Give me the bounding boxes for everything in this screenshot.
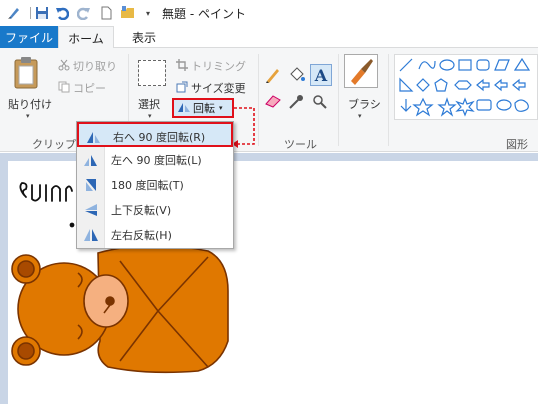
group-divider bbox=[388, 54, 389, 146]
fill-bucket-icon[interactable] bbox=[288, 66, 306, 87]
shapes-group-label: 図形 bbox=[506, 138, 528, 151]
paste-icon[interactable] bbox=[12, 56, 42, 92]
ribbon-tabs: ファイル ホーム 表示 bbox=[0, 26, 538, 49]
brush-dropdown-icon[interactable]: ▾ bbox=[358, 112, 362, 120]
save-icon[interactable] bbox=[34, 5, 50, 21]
copy-button[interactable]: コピー bbox=[58, 80, 106, 96]
crop-button[interactable]: トリミング bbox=[176, 58, 246, 74]
copy-icon bbox=[58, 81, 70, 96]
rotate-left-label: 左へ 90 度回転(L) bbox=[111, 154, 202, 167]
crop-icon bbox=[176, 58, 188, 74]
rotate-right-icon bbox=[85, 129, 101, 145]
rotate-right-label: 右へ 90 度回転(R) bbox=[113, 131, 206, 144]
rotate-180-label: 180 度回転(T) bbox=[111, 179, 184, 192]
annotation-arrow-icon bbox=[232, 107, 255, 148]
resize-button[interactable]: サイズ変更 bbox=[176, 80, 246, 96]
tab-home[interactable]: ホーム bbox=[58, 26, 114, 49]
eraser-icon[interactable] bbox=[264, 94, 282, 111]
paint-app-icon[interactable] bbox=[6, 5, 22, 21]
quick-access-dropdown-icon[interactable]: ▾ bbox=[140, 5, 156, 21]
flip-horizontal-item[interactable]: 左右反転(H) bbox=[77, 222, 233, 247]
rotate-180-icon bbox=[83, 177, 99, 193]
rotate-label: 回転 bbox=[193, 102, 215, 115]
paste-button[interactable]: 貼り付け bbox=[8, 96, 52, 112]
select-dropdown-icon[interactable]: ▾ bbox=[148, 112, 152, 120]
rotate-left-icon bbox=[83, 152, 99, 168]
new-file-icon[interactable] bbox=[98, 5, 114, 21]
flip-vertical-icon bbox=[83, 202, 99, 218]
cut-label: 切り取り bbox=[73, 60, 117, 73]
brush-button[interactable]: ブラシ bbox=[348, 96, 381, 112]
window-title: 無題 - ペイント bbox=[162, 7, 246, 21]
copy-label: コピー bbox=[73, 82, 106, 95]
open-folder-icon[interactable] bbox=[120, 5, 136, 21]
cut-button[interactable]: 切り取り bbox=[58, 58, 117, 74]
shapes-gallery[interactable] bbox=[394, 54, 538, 120]
rotate-button[interactable]: 回転 ▾ bbox=[172, 98, 234, 118]
resize-label: サイズ変更 bbox=[191, 82, 246, 95]
crop-label: トリミング bbox=[191, 60, 246, 73]
select-button[interactable]: 選択 bbox=[138, 96, 160, 112]
shapes-grid-icon bbox=[399, 57, 531, 117]
rotate-left-90-item[interactable]: 左へ 90 度回転(L) bbox=[77, 147, 233, 172]
flip-vertical-item[interactable]: 上下反転(V) bbox=[77, 197, 233, 222]
undo-icon[interactable] bbox=[54, 5, 70, 21]
brush-icon[interactable] bbox=[344, 54, 378, 88]
flip-horizontal-label: 左右反転(H) bbox=[111, 229, 172, 242]
color-picker-icon[interactable] bbox=[288, 94, 304, 113]
magnifier-icon[interactable] bbox=[312, 94, 328, 113]
pencil-icon[interactable] bbox=[264, 66, 282, 87]
select-rectangle-icon[interactable] bbox=[138, 60, 166, 86]
text-tool-icon[interactable]: A bbox=[310, 64, 332, 86]
resize-icon bbox=[176, 81, 188, 96]
group-divider bbox=[338, 54, 339, 146]
tools-group-label: ツール bbox=[284, 138, 317, 151]
flip-vertical-label: 上下反転(V) bbox=[111, 204, 172, 217]
tab-view[interactable]: 表示 bbox=[124, 26, 164, 48]
redo-icon[interactable] bbox=[76, 5, 92, 21]
paste-dropdown-icon[interactable]: ▾ bbox=[26, 112, 30, 120]
rotate-right-90-item[interactable]: 右へ 90 度回転(R) bbox=[77, 122, 233, 147]
rotate-dropdown-icon: ▾ bbox=[219, 104, 223, 112]
title-separator bbox=[30, 7, 31, 19]
tab-file[interactable]: ファイル bbox=[0, 26, 58, 48]
rotate-icon bbox=[177, 101, 191, 116]
group-divider bbox=[258, 54, 259, 146]
rotate-180-item[interactable]: 180 度回転(T) bbox=[77, 172, 233, 197]
scissors-icon bbox=[58, 59, 70, 74]
title-bar: ▾ 無題 - ペイント bbox=[0, 0, 538, 26]
flip-horizontal-icon bbox=[83, 227, 99, 243]
rotate-menu: 右へ 90 度回転(R) 左へ 90 度回転(L) 180 度回転(T) 上下反… bbox=[76, 121, 234, 249]
